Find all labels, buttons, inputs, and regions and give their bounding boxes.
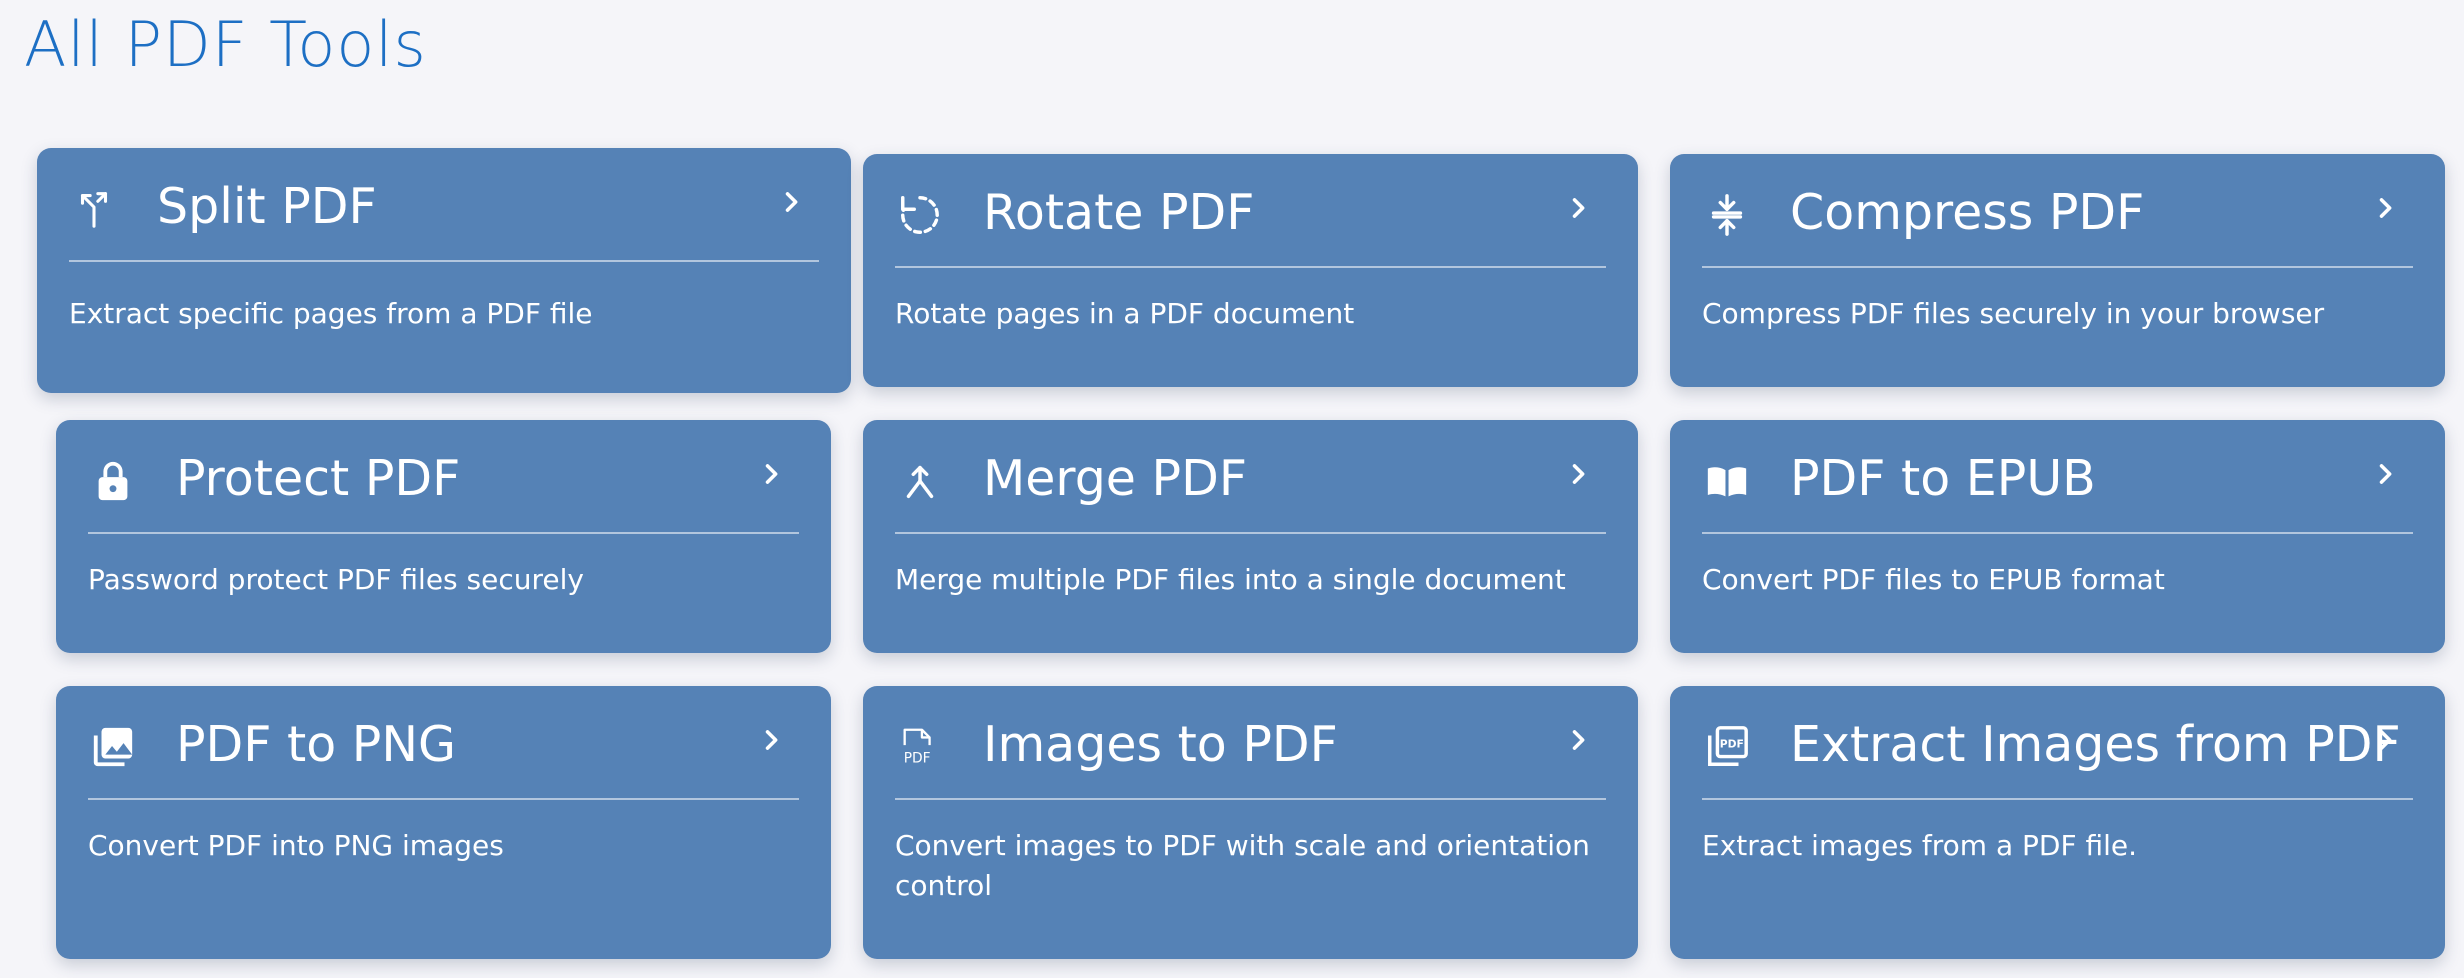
card-title: Split PDF bbox=[157, 178, 377, 235]
card-description: Compress PDF files securely in your brow… bbox=[1702, 297, 2325, 330]
tool-card-protect-pdf[interactable]: Protect PDF Password protect PDF files s… bbox=[56, 420, 831, 653]
card-title: Merge PDF bbox=[983, 450, 1247, 507]
card-description: Extract images from a PDF file. bbox=[1702, 829, 2137, 862]
card-header: Merge PDF bbox=[895, 420, 1606, 534]
card-description: Password protect PDF files securely bbox=[88, 563, 584, 596]
card-header: Rotate PDF bbox=[895, 154, 1606, 268]
card-title: PDF to EPUB bbox=[1790, 450, 2096, 507]
merge-icon bbox=[895, 456, 945, 506]
chevron-right-icon bbox=[1564, 194, 1592, 222]
card-description: Convert images to PDF with scale and ori… bbox=[895, 829, 1590, 902]
card-description: Rotate pages in a PDF document bbox=[895, 297, 1355, 330]
svg-text:PDF: PDF bbox=[904, 750, 931, 766]
chevron-right-icon bbox=[2371, 194, 2399, 222]
tool-card-compress-pdf[interactable]: Compress PDF Compress PDF files securely… bbox=[1670, 154, 2445, 387]
compress-icon bbox=[1702, 190, 1752, 240]
lock-icon bbox=[88, 456, 138, 506]
card-header: Compress PDF bbox=[1702, 154, 2413, 268]
card-title: PDF to PNG bbox=[176, 716, 456, 773]
card-title: Protect PDF bbox=[176, 450, 461, 507]
card-header: PDF Extract Images from PDF bbox=[1702, 686, 2413, 800]
chevron-right-icon bbox=[1564, 460, 1592, 488]
card-header: Split PDF bbox=[69, 148, 819, 262]
split-icon bbox=[69, 184, 119, 234]
card-header: PDF to EPUB bbox=[1702, 420, 2413, 534]
chevron-right-icon bbox=[757, 460, 785, 488]
images-icon bbox=[88, 722, 138, 772]
card-header: PDF Images to PDF bbox=[895, 686, 1606, 800]
chevron-right-icon bbox=[1564, 726, 1592, 754]
page-title: All PDF Tools bbox=[24, 8, 427, 81]
chevron-right-icon bbox=[777, 188, 805, 216]
tool-card-extract-images-from-pdf[interactable]: PDF Extract Images from PDF Extract imag… bbox=[1670, 686, 2445, 959]
rotate-icon bbox=[895, 190, 945, 240]
tool-card-rotate-pdf[interactable]: Rotate PDF Rotate pages in a PDF documen… bbox=[863, 154, 1638, 387]
card-header: PDF to PNG bbox=[88, 686, 799, 800]
tool-card-pdf-to-png[interactable]: PDF to PNG Convert PDF into PNG images bbox=[56, 686, 831, 959]
card-title: Rotate PDF bbox=[983, 184, 1255, 241]
book-icon bbox=[1702, 456, 1752, 506]
card-description: Merge multiple PDF files into a single d… bbox=[895, 563, 1566, 596]
card-description: Convert PDF into PNG images bbox=[88, 829, 504, 862]
card-header: Protect PDF bbox=[88, 420, 799, 534]
card-title: Extract Images from PDF bbox=[1790, 716, 2401, 773]
tool-card-split-pdf[interactable]: Split PDF Extract specific pages from a … bbox=[37, 148, 851, 393]
chevron-right-icon bbox=[2371, 726, 2399, 754]
tool-card-merge-pdf[interactable]: Merge PDF Merge multiple PDF files into … bbox=[863, 420, 1638, 653]
card-description: Extract specific pages from a PDF file bbox=[69, 297, 593, 330]
card-title: Images to PDF bbox=[983, 716, 1338, 773]
tool-card-images-to-pdf[interactable]: PDF Images to PDF Convert images to PDF … bbox=[863, 686, 1638, 959]
card-title: Compress PDF bbox=[1790, 184, 2145, 241]
svg-text:PDF: PDF bbox=[1720, 737, 1744, 750]
tool-card-pdf-to-epub[interactable]: PDF to EPUB Convert PDF files to EPUB fo… bbox=[1670, 420, 2445, 653]
pdf-stack-icon: PDF bbox=[1702, 722, 1752, 772]
chevron-right-icon bbox=[757, 726, 785, 754]
pdf-file-icon: PDF bbox=[895, 722, 945, 772]
card-description: Convert PDF files to EPUB format bbox=[1702, 563, 2165, 596]
chevron-right-icon bbox=[2371, 460, 2399, 488]
